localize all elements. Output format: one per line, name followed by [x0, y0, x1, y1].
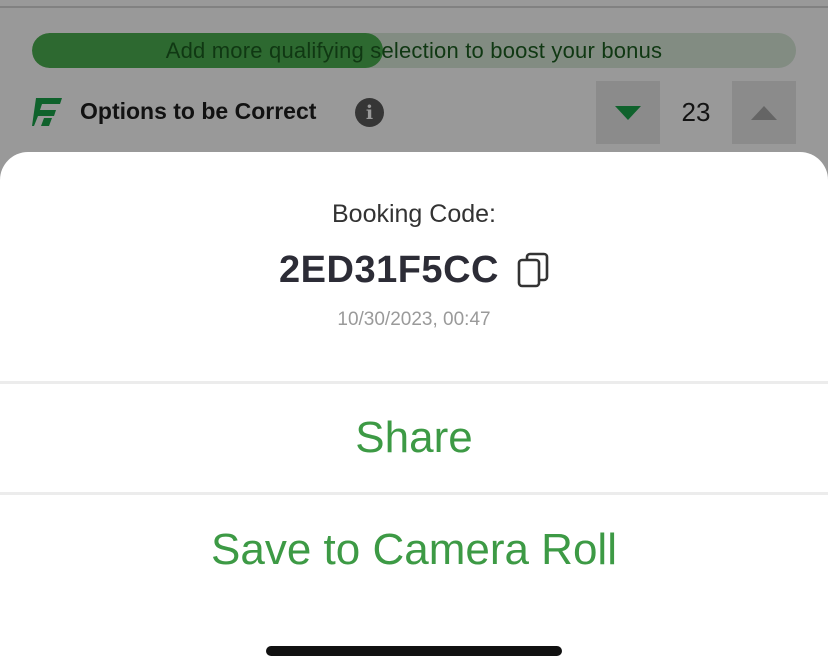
- booking-timestamp: 10/30/2023, 00:47: [337, 309, 491, 330]
- share-button[interactable]: Share: [0, 384, 828, 492]
- screen: Add more qualifying selection to boost y…: [0, 0, 828, 672]
- copy-icon[interactable]: [517, 252, 549, 288]
- save-to-camera-roll-button[interactable]: Save to Camera Roll: [0, 495, 828, 605]
- booking-code-row: 2ED31F5CC: [0, 248, 828, 292]
- booking-code-sheet: Booking Code: 2ED31F5CC 10/30/2023, 00:4…: [0, 152, 828, 672]
- booking-code-label: Booking Code:: [331, 200, 496, 228]
- booking-code-value: 2ED31F5CC: [279, 248, 499, 291]
- home-indicator: [266, 646, 562, 656]
